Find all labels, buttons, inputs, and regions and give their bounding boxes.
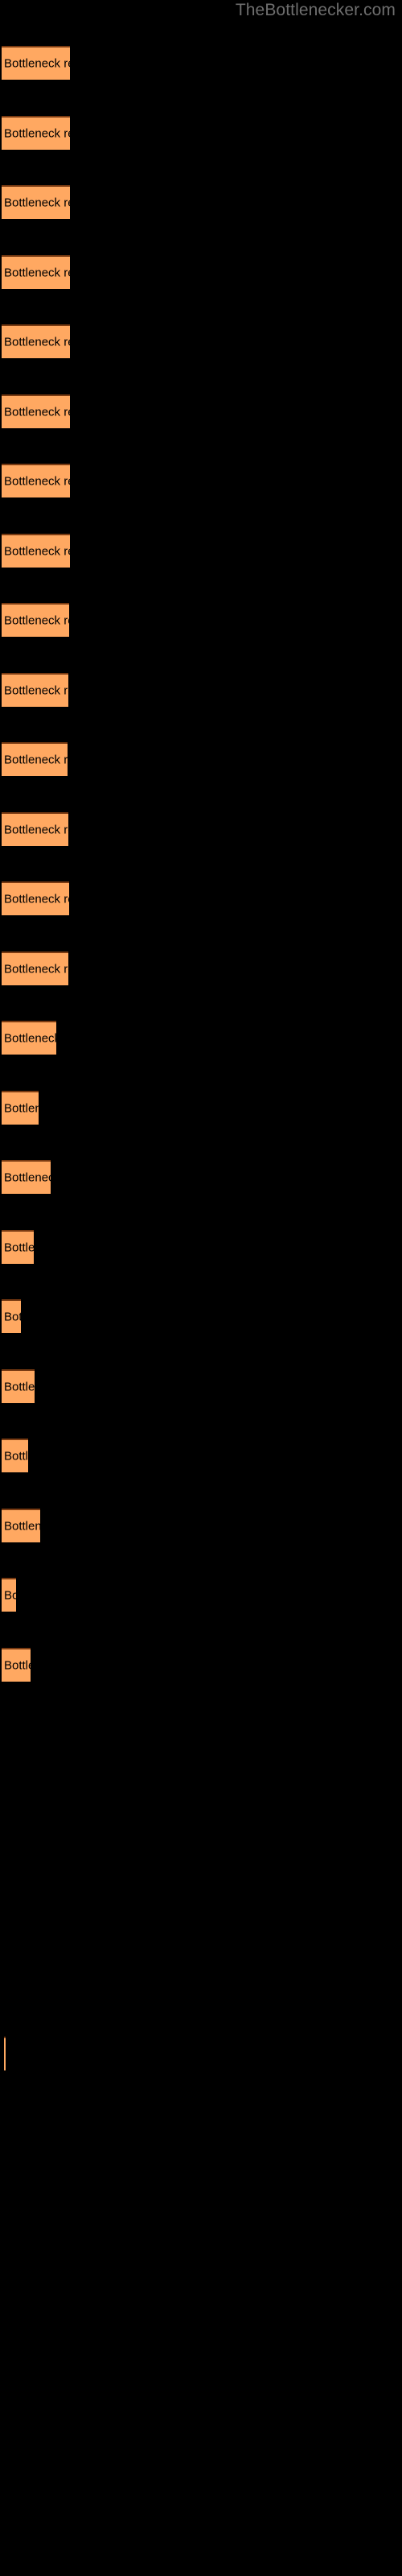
bar[interactable]: Bottleneck result (2, 673, 68, 707)
bar-label: Bottleneck result (4, 1031, 56, 1046)
bar[interactable]: Bottleneck result (2, 116, 70, 150)
bar-label: Bottleneck result (4, 1170, 51, 1185)
bar-label: Bottleneck result (4, 474, 70, 489)
bar[interactable]: Bottleneck result (2, 742, 68, 776)
bar-label: Bottleneck result (4, 683, 68, 698)
bar-label: Bottleneck result (4, 405, 70, 419)
bar-label: Bottleneck result (4, 613, 69, 628)
bar-label: Bottleneck result (4, 126, 70, 141)
chart-root: TheBottlenecker.com Bottleneck resultBot… (0, 0, 402, 2576)
bar-label: Bottleneck result (4, 196, 70, 210)
bar[interactable]: Bottleneck result (2, 255, 70, 289)
plot-area: Bottleneck result Bottleneck result Bottle… (0, 0, 402, 2576)
bar[interactable]: Bottleneck result (2, 46, 70, 80)
bar-label: Bottleneck result (4, 1519, 40, 1534)
bar[interactable]: Bottleneck result (2, 952, 68, 985)
bar-label: Bottleneck result (4, 1101, 39, 1116)
bar-label: Bottleneck result (4, 335, 70, 349)
bar-label: Bottleneck result (4, 1588, 16, 1603)
bar[interactable]: Bottleneck result (2, 1021, 56, 1055)
bar-label: Bottleneck result (4, 56, 70, 71)
bar[interactable]: Bottleneck result (2, 1578, 16, 1612)
bar-label: Bottleneck result (4, 1380, 35, 1394)
bar[interactable]: Bottleneck result (2, 1509, 40, 1542)
bar[interactable]: Bottleneck result (2, 464, 70, 497)
bar[interactable]: Bottleneck result (2, 812, 68, 846)
bar-label: Bottleneck result (4, 1241, 34, 1255)
bar[interactable]: Bottleneck result (2, 881, 69, 915)
bar-label: Bottleneck result (4, 1658, 31, 1673)
bar-label: Bottleneck result (4, 266, 70, 280)
bar[interactable]: Bottleneck result (2, 1091, 39, 1125)
bar-label: Bottleneck result (4, 962, 68, 976)
bar-label: Bottleneck result (4, 1310, 21, 1324)
bar[interactable]: Bottleneck result (2, 324, 70, 358)
bar-label: Bottleneck result (4, 892, 69, 906)
bar-label: Bottleneck result (4, 753, 68, 767)
bar[interactable]: Bottleneck result (2, 1299, 21, 1333)
bar[interactable]: Bottleneck result (2, 185, 70, 219)
bar[interactable]: Bottleneck result (2, 1648, 31, 1682)
bar[interactable]: Bottleneck result (2, 534, 70, 568)
bar[interactable]: Bottleneck result (2, 394, 70, 428)
bar-label: Bottleneck result (4, 544, 70, 559)
bar-label: Bottleneck result (4, 1449, 28, 1463)
bar[interactable]: Bottleneck result (2, 603, 69, 637)
bar[interactable]: Bottleneck result (2, 1230, 34, 1264)
bar-label: Bottleneck result (4, 823, 68, 837)
bar[interactable]: Bottleneck result (2, 1439, 28, 1472)
bar[interactable]: Bottleneck result (2, 1369, 35, 1403)
legend-color-marker (4, 2037, 6, 2070)
bar[interactable]: Bottleneck result (2, 1160, 51, 1194)
